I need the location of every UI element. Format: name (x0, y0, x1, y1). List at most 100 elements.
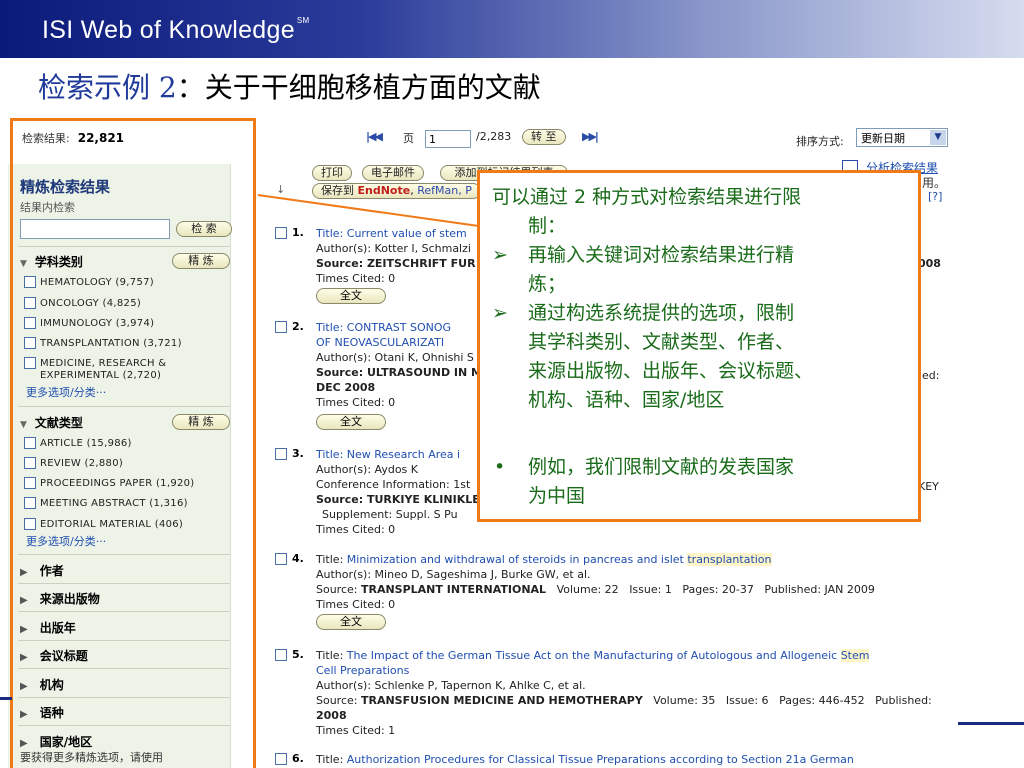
record-1-year-tail: 008 (918, 257, 941, 270)
record-checkbox[interactable] (275, 553, 287, 565)
triangle-right-icon: ▶ (20, 595, 28, 606)
record-checkbox[interactable] (275, 649, 287, 661)
subject-option[interactable]: ONCOLOGY (4,825) (24, 297, 141, 309)
trademark: SM (296, 16, 310, 25)
decorative-line (958, 722, 1024, 725)
doctype-more-link[interactable]: 更多选项/分类··· (26, 533, 106, 549)
record-2: Title: CONTRAST SONOG OF NEOVASCULARIZAT… (316, 321, 482, 409)
decorative-line (0, 697, 12, 700)
triangle-right-icon: ▶ (20, 709, 28, 720)
search-within-input[interactable] (20, 219, 170, 239)
page-input[interactable]: 1 (425, 130, 471, 148)
annotation-callout: 可以通过 2 种方式对检索结果进行限 制： ➢ 再输入关键词对检索结果进行精 炼… (477, 170, 921, 522)
divider (18, 640, 230, 641)
record-title[interactable]: Title: Current value of stem (316, 227, 467, 240)
checkbox (24, 297, 36, 309)
doctype-option[interactable]: MEETING ABSTRACT (1,316) (24, 497, 188, 509)
doctype-option[interactable]: REVIEW (2,880) (24, 457, 123, 469)
refine-title: 精炼检索结果 (20, 178, 111, 196)
banner-title: ISI Web of Knowledge SM (42, 16, 310, 44)
triangle-right-icon: ▶ (20, 652, 28, 663)
first-page-icon: |◀◀ (366, 130, 383, 143)
refine-doctype-button[interactable]: 精 炼 (172, 414, 230, 430)
triangle-right-icon: ▶ (20, 624, 28, 635)
subject-option[interactable]: MEDICINE, RESEARCH & (24, 357, 166, 369)
search-within-button[interactable]: 检 索 (176, 221, 232, 237)
checkbox (24, 437, 36, 449)
facet-source[interactable]: ▶ 来源出版物 (20, 590, 100, 607)
record-title[interactable]: The Impact of the German Tissue Act on t… (347, 649, 841, 662)
pager-first-prev[interactable]: |◀◀ (366, 130, 383, 143)
facet-year[interactable]: ▶ 出版年 (20, 619, 76, 636)
sort-select[interactable]: 更新日期 ▼ (856, 128, 948, 147)
help-link[interactable]: [?] (928, 190, 942, 203)
refine-subject-button[interactable]: 精 炼 (172, 253, 230, 269)
record-3: Title: New Research Area i Author(s): Ay… (316, 448, 488, 536)
sidebar-footnote: 要获得更多精炼选项，请使用 (20, 751, 163, 764)
record-3-tail: KEY (918, 480, 939, 493)
print-button[interactable]: 打印 (312, 165, 352, 181)
subject-option[interactable]: HEMATOLOGY (9,757) (24, 276, 154, 288)
arrow-bullet-icon: ➢ (492, 302, 508, 324)
dot-bullet-icon: • (494, 456, 506, 478)
checkbox (24, 276, 36, 288)
email-button[interactable]: 电子邮件 (362, 165, 424, 181)
fulltext-button[interactable]: 全文 (316, 614, 386, 630)
divider (18, 611, 230, 612)
checkbox (24, 357, 36, 369)
divider (18, 725, 230, 726)
record-checkbox[interactable] (275, 448, 287, 460)
results-count: 检索结果: 22,821 (22, 131, 125, 145)
record-number: 6. (292, 752, 304, 765)
facet-conference[interactable]: ▶ 会议标题 (20, 647, 88, 664)
subject-option[interactable]: TRANSPLANTATION (3,721) (24, 337, 182, 349)
record-6: Title: Authorization Procedures for Clas… (316, 753, 854, 766)
record-number: 3. (292, 447, 304, 460)
subject-more-link[interactable]: 更多选项/分类··· (26, 384, 106, 400)
record-checkbox[interactable] (275, 227, 287, 239)
header-banner: ISI Web of Knowledge SM (0, 0, 1024, 58)
doctype-option[interactable]: PROCEEDINGS PAPER (1,920) (24, 477, 195, 489)
results-count-value: 22,821 (77, 131, 125, 145)
facet-author[interactable]: ▶ 作者 (20, 562, 64, 579)
page-total: /2,283 (476, 130, 512, 143)
checkbox (24, 518, 36, 530)
subject-option[interactable]: IMMUNOLOGY (3,974) (24, 317, 154, 329)
record-2-tail: ed: (922, 369, 940, 382)
record-1: Title: Current value of stem Author(s): … (316, 227, 488, 285)
facet-institution[interactable]: ▶ 机构 (20, 676, 64, 693)
doctype-option[interactable]: ARTICLE (15,986) (24, 437, 132, 449)
triangle-down-icon: ▼ (20, 420, 27, 430)
triangle-right-icon: ▶ (20, 567, 28, 578)
divider (18, 668, 230, 669)
next-page-icon: ▶▶| (582, 130, 599, 143)
record-number: 1. (292, 226, 304, 239)
divider (18, 583, 230, 584)
record-number: 5. (292, 648, 304, 661)
divider (18, 406, 230, 407)
divider (18, 554, 230, 555)
doctype-heading[interactable]: ▼ 文献类型 (20, 414, 83, 431)
triangle-down-icon: ▼ (20, 259, 27, 269)
divider (18, 697, 230, 698)
page-label: 页 (403, 132, 414, 145)
select-all-icon[interactable]: ↓ (276, 183, 285, 196)
record-checkbox[interactable] (275, 753, 287, 765)
fulltext-button[interactable]: 全文 (316, 288, 386, 304)
record-checkbox[interactable] (275, 321, 287, 333)
checkbox (24, 497, 36, 509)
doctype-option[interactable]: EDITORIAL MATERIAL (406) (24, 518, 183, 530)
record-title[interactable]: Authorization Procedures for Classical T… (347, 753, 854, 766)
save-to-button[interactable]: 保存到 EndNote, RefMan, P (312, 183, 481, 199)
record-title[interactable]: Minimization and withdrawal of steroids … (347, 553, 688, 566)
subject-heading[interactable]: ▼ 学科类别 (20, 253, 83, 270)
fulltext-button[interactable]: 全文 (316, 414, 386, 430)
facet-language[interactable]: ▶ 语种 (20, 704, 64, 721)
search-within-label: 结果内检索 (20, 201, 75, 214)
checkbox (24, 477, 36, 489)
record-4: Title: Minimization and withdrawal of st… (316, 553, 875, 611)
facet-country[interactable]: ▶ 国家/地区 (20, 733, 92, 750)
go-button[interactable]: 转 至 (522, 129, 566, 145)
pager-next-last[interactable]: ▶▶| (582, 130, 599, 143)
record-5: Title: The Impact of the German Tissue A… (316, 649, 932, 737)
